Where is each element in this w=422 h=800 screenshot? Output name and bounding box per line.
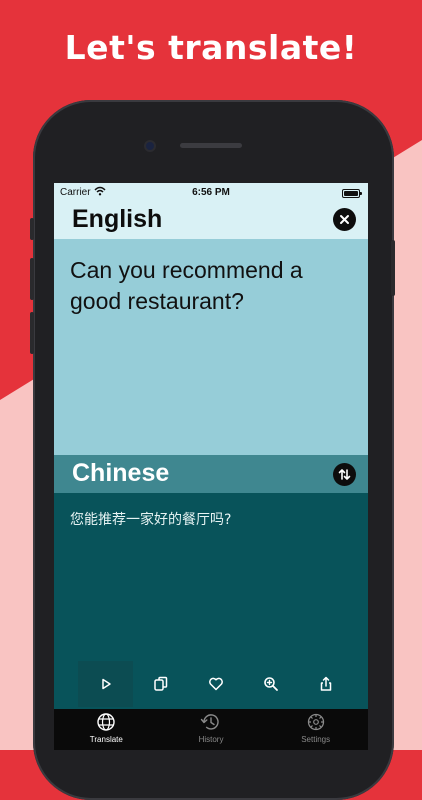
favorite-button[interactable] bbox=[188, 661, 243, 707]
gear-icon bbox=[307, 713, 324, 731]
promo-headline: Let's translate! bbox=[64, 28, 358, 67]
status-time: 6:56 PM bbox=[192, 187, 230, 198]
tab-settings-label: Settings bbox=[301, 735, 331, 744]
close-icon[interactable] bbox=[333, 208, 356, 231]
tab-settings[interactable]: Settings bbox=[263, 709, 368, 750]
tab-history-label: History bbox=[198, 735, 224, 744]
history-icon bbox=[200, 714, 219, 730]
tab-translate-label: Translate bbox=[89, 735, 123, 744]
tab-bar: Translate History Settings bbox=[54, 709, 368, 750]
battery-icon bbox=[342, 189, 362, 198]
earpiece-speaker bbox=[180, 143, 242, 148]
play-button[interactable] bbox=[78, 661, 133, 707]
target-language-header: Chinese bbox=[54, 455, 368, 493]
source-language-label[interactable]: English bbox=[72, 205, 162, 234]
target-language-label[interactable]: Chinese bbox=[72, 459, 169, 488]
front-camera bbox=[146, 142, 154, 150]
tab-translate[interactable]: Translate bbox=[54, 709, 159, 750]
phone-mute-switch bbox=[30, 218, 34, 240]
source-language-header: English bbox=[54, 203, 368, 239]
share-icon bbox=[320, 676, 331, 691]
phone-power-button bbox=[391, 240, 395, 296]
status-bar: Carrier 6:56 PM bbox=[54, 183, 368, 203]
copy-button[interactable] bbox=[133, 661, 188, 707]
phone-volume-down bbox=[30, 312, 34, 354]
target-text: 您能推荐一家好的餐厅吗? bbox=[70, 512, 232, 528]
zoom-icon bbox=[263, 677, 278, 691]
copy-icon bbox=[153, 676, 167, 691]
action-bar bbox=[78, 661, 368, 707]
share-button[interactable] bbox=[298, 661, 353, 707]
tab-history[interactable]: History bbox=[159, 709, 264, 750]
phone-volume-up bbox=[30, 258, 34, 300]
swap-icon[interactable] bbox=[333, 463, 356, 486]
source-text-area[interactable]: Can you recommend a good restaurant? bbox=[54, 239, 368, 455]
source-text[interactable]: Can you recommend a good restaurant? bbox=[70, 255, 360, 317]
heart-icon bbox=[208, 677, 223, 691]
play-icon bbox=[101, 678, 111, 690]
phone-screen: Carrier 6:56 PM English Can you recommen… bbox=[54, 183, 368, 750]
globe-icon bbox=[97, 713, 116, 731]
zoom-button[interactable] bbox=[243, 661, 298, 707]
